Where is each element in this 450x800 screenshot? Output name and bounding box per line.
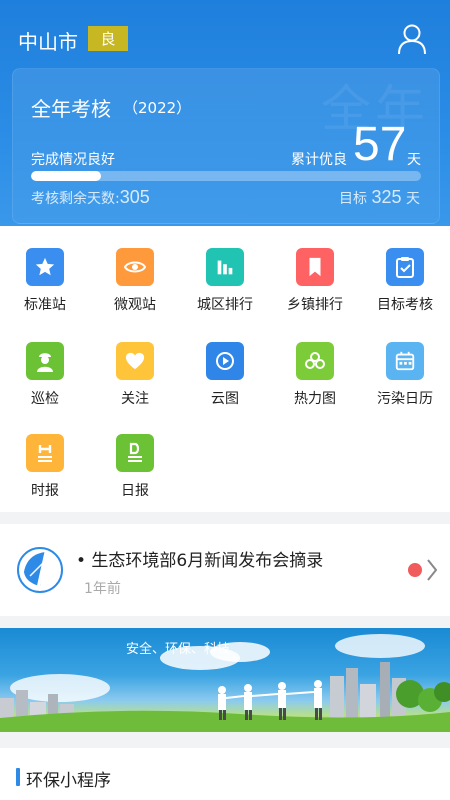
heart-icon: [116, 342, 154, 380]
assessment-year: （2022）: [123, 99, 192, 117]
cloud-map-icon: [206, 342, 244, 380]
mini-programs-section: 环保小程序: [0, 748, 450, 800]
eye-icon: [116, 248, 154, 286]
grid-label: 巡检: [31, 391, 59, 407]
heatmap-icon: [296, 342, 334, 380]
section-title: 环保小程序: [26, 771, 111, 791]
inspector-icon: [26, 342, 64, 380]
grid-label: 云图: [211, 391, 239, 407]
promo-banner[interactable]: 安全、环保、科技: [0, 628, 450, 732]
grid-item-inspection[interactable]: 巡检: [0, 342, 90, 408]
function-grid: 标准站 微观站 城区排行 乡镇排行 目标考核 巡检 关注 云图 热力图 污染日历…: [0, 226, 450, 512]
grid-item-follow[interactable]: 关注: [90, 342, 180, 408]
progress-bar-fill: [31, 171, 102, 181]
chevron-right-icon[interactable]: [424, 556, 440, 584]
grid-label: 城区排行: [197, 297, 253, 313]
news-time: 1年前: [84, 581, 121, 597]
grid-item-pollution-calendar[interactable]: 污染日历: [360, 342, 450, 408]
target-unit: 天: [405, 191, 420, 207]
calendar-icon: [386, 342, 424, 380]
grid-label: 微观站: [114, 297, 156, 313]
remaining-days: 考核剩余天数:305: [31, 187, 150, 208]
target-days: 目标 325 天: [339, 187, 420, 208]
daily-report-icon: [116, 434, 154, 472]
grid-item-hourly-report[interactable]: 时报: [0, 434, 90, 500]
grid-item-standard-station[interactable]: 标准站: [0, 248, 90, 314]
grid-item-town-ranking[interactable]: 乡镇排行: [270, 248, 360, 314]
assessment-title: 全年考核: [31, 97, 111, 121]
grid-label: 时报: [31, 483, 59, 499]
grid-label: 目标考核: [377, 297, 433, 313]
grid-label: 关注: [121, 391, 149, 407]
grid-label: 热力图: [294, 391, 336, 407]
grid-label: 污染日历: [377, 391, 433, 407]
accumulated-good-label: 累计优良: [291, 152, 347, 168]
star-icon: [26, 248, 64, 286]
grid-item-district-ranking[interactable]: 城区排行: [180, 248, 270, 314]
hourly-report-icon: [26, 434, 64, 472]
clipboard-check-icon: [386, 248, 424, 286]
remaining-days-label: 考核剩余天数:: [31, 191, 120, 207]
grid-label: 标准站: [24, 297, 66, 313]
grid-label: 日报: [121, 483, 149, 499]
ministry-logo-icon: [17, 547, 63, 593]
remaining-days-value: 305: [119, 187, 150, 207]
grid-item-heatmap[interactable]: 热力图: [270, 342, 360, 408]
progress-bar: [31, 171, 421, 181]
bar-chart-icon: [206, 248, 244, 286]
banner-slogan: 安全、环保、科技: [126, 642, 231, 657]
city-name[interactable]: 中山市: [18, 26, 78, 55]
grid-item-micro-station[interactable]: 微观站: [90, 248, 180, 314]
news-item[interactable]: • 生态环境部6月新闻发布会摘录 1年前: [0, 524, 450, 616]
news-title[interactable]: • 生态环境部6月新闻发布会摘录: [76, 546, 323, 571]
section-accent-bar: [16, 768, 20, 786]
bookmark-icon: [296, 248, 334, 286]
target-value: 325: [371, 187, 402, 207]
grid-item-daily-report[interactable]: 日报: [90, 434, 180, 500]
accumulated-good-value: 57: [353, 118, 407, 171]
grid-label: 乡镇排行: [287, 297, 343, 313]
target-label: 目标: [339, 191, 367, 207]
unread-dot-icon: [408, 563, 422, 577]
accumulated-good-unit: 天: [407, 152, 421, 168]
annual-assessment-card[interactable]: 全年 全年考核 （2022） 完成情况良好 累计优良 57 天 考核剩余天数:3…: [12, 68, 440, 224]
completion-status: 完成情况良好: [31, 152, 115, 168]
aqi-level-badge: 良: [88, 26, 128, 51]
grid-item-target-assessment[interactable]: 目标考核: [360, 248, 450, 314]
header: 中山市 良 全年 全年考核 （2022） 完成情况良好 累计优良 57 天 考核…: [0, 0, 450, 226]
user-profile-icon[interactable]: [396, 22, 428, 56]
grid-item-cloud-map[interactable]: 云图: [180, 342, 270, 408]
